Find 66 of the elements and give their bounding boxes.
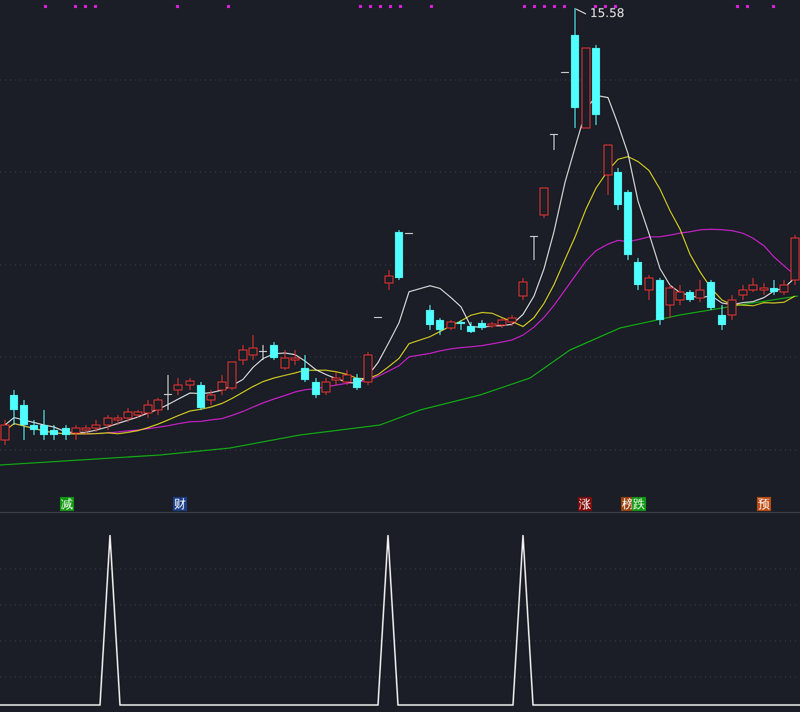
candlestick xyxy=(40,410,48,440)
candlestick xyxy=(30,420,38,436)
event-tag: 预 xyxy=(757,497,771,511)
candlestick xyxy=(780,280,788,296)
candlestick xyxy=(374,316,382,318)
candlestick xyxy=(197,382,205,410)
candlestick xyxy=(707,280,715,310)
candlestick xyxy=(342,370,352,386)
candlestick xyxy=(290,350,300,366)
high-price-label: 15.58 xyxy=(590,6,624,20)
candlestick xyxy=(154,398,162,416)
candlestick xyxy=(395,230,403,280)
candlestick xyxy=(92,420,100,432)
candlestick xyxy=(728,294,736,320)
candlestick xyxy=(280,350,290,370)
candlestick xyxy=(436,318,444,336)
candlestick xyxy=(478,320,486,330)
candlestick xyxy=(446,320,456,330)
candlestick xyxy=(550,134,558,150)
candlestick xyxy=(457,320,465,330)
candlestick xyxy=(164,374,172,410)
candlestick xyxy=(770,280,778,296)
candlestick xyxy=(238,344,248,366)
event-tag: 跌 xyxy=(632,497,646,511)
candlestick xyxy=(50,424,58,440)
event-tag: 财 xyxy=(173,497,187,511)
candlestick xyxy=(656,278,664,326)
candlestick xyxy=(748,278,758,292)
candlestick xyxy=(218,374,226,396)
candlestick xyxy=(624,190,632,260)
candlestick xyxy=(760,282,768,296)
candlestick xyxy=(186,378,194,390)
candlestick xyxy=(353,374,361,390)
candlestick xyxy=(508,314,516,326)
candlestick xyxy=(426,304,434,330)
event-tag: 减 xyxy=(60,497,74,511)
candlestick xyxy=(530,236,538,260)
candlestick xyxy=(718,304,726,330)
candlestick xyxy=(206,390,216,406)
candlestick xyxy=(467,322,475,334)
candlestick xyxy=(518,278,528,300)
candlestick xyxy=(634,258,642,290)
candlestick xyxy=(364,352,372,386)
candlestick xyxy=(696,280,704,302)
candlestick xyxy=(738,284,748,300)
candlestick xyxy=(604,144,612,196)
candlestick xyxy=(405,232,413,234)
candlestick xyxy=(332,372,340,386)
candlestick xyxy=(312,378,320,398)
candlestick xyxy=(301,354,309,382)
candlestick xyxy=(322,378,330,396)
candlestick xyxy=(686,290,694,302)
candlestick xyxy=(644,274,654,300)
leader-line xyxy=(576,8,586,14)
event-tag: 涨 xyxy=(578,497,592,511)
candlestick xyxy=(614,168,622,210)
candlestick xyxy=(259,344,267,360)
candlestick xyxy=(270,342,278,360)
candlestick xyxy=(561,72,569,74)
candlestick xyxy=(248,334,258,360)
candlestick xyxy=(174,378,182,396)
candlestick xyxy=(384,270,394,290)
candlestick xyxy=(62,424,70,440)
candlestick xyxy=(228,362,236,390)
candlestick xyxy=(20,400,28,440)
candlestick xyxy=(540,188,548,218)
